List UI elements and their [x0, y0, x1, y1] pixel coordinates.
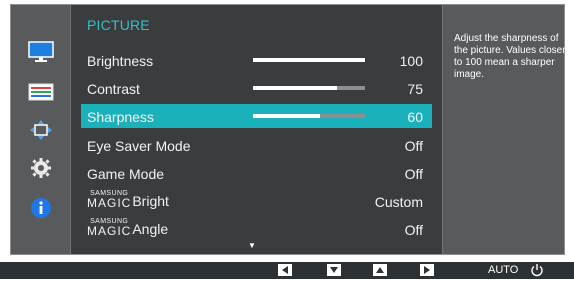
picture-menu-panel: PICTURE Brightness 100 Contrast 75 Sharp…	[70, 5, 443, 254]
samsung-magic-logo: SAMSUNG MAGIC	[87, 218, 132, 238]
menu-item-brightness[interactable]: Brightness 100	[81, 48, 432, 72]
menu-item-sharpness[interactable]: Sharpness 60	[81, 104, 432, 128]
menu-item-magic-bright[interactable]: SAMSUNG MAGIC Bright Custom	[81, 189, 432, 213]
menu-item-label: SAMSUNG MAGIC Angle	[87, 218, 169, 238]
sharpness-slider[interactable]	[253, 114, 365, 118]
left-arrow-key-icon[interactable]	[278, 264, 292, 276]
menu-item-label: Sharpness	[87, 109, 154, 125]
menu-item-label: Eye Saver Mode	[87, 138, 191, 154]
size-position-icon[interactable]	[24, 115, 58, 145]
monitor-picture-icon[interactable]	[24, 37, 58, 67]
menu-item-value: 75	[407, 81, 423, 97]
slider-fill	[253, 86, 337, 90]
menu-item-game-mode[interactable]: Game Mode Off	[81, 161, 432, 185]
scroll-down-indicator[interactable]: ▼	[248, 241, 256, 250]
menu-item-label: Brightness	[87, 53, 154, 69]
info-icon[interactable]	[24, 193, 58, 223]
right-arrow-key-icon[interactable]	[420, 264, 434, 276]
button-guide-bar: AUTO	[0, 262, 574, 279]
menu-item-value: Off	[404, 138, 423, 154]
samsung-magic-logo: SAMSUNG MAGIC	[87, 190, 132, 210]
menu-item-eye-saver-mode[interactable]: Eye Saver Mode Off	[81, 133, 432, 157]
up-arrow-key-icon[interactable]	[373, 264, 387, 276]
menu-item-contrast[interactable]: Contrast 75	[81, 76, 432, 100]
menu-item-magic-angle[interactable]: SAMSUNG MAGIC Angle Off	[81, 217, 432, 241]
menu-item-value: Off	[404, 166, 423, 182]
contrast-slider[interactable]	[253, 86, 365, 90]
category-sidebar	[11, 5, 70, 254]
menu-item-value: 60	[407, 109, 423, 125]
osd-menu-window: PICTURE Brightness 100 Contrast 75 Sharp…	[10, 4, 566, 255]
slider-fill	[253, 58, 365, 62]
menu-item-label: Contrast	[87, 81, 140, 97]
brightness-slider[interactable]	[253, 58, 365, 62]
menu-item-label: Game Mode	[87, 166, 165, 182]
menu-item-value: 100	[399, 53, 423, 69]
menu-title: PICTURE	[87, 17, 150, 33]
menu-item-label: SAMSUNG MAGIC Bright	[87, 190, 169, 210]
menu-item-value: Off	[404, 222, 423, 238]
down-arrow-key-icon[interactable]	[327, 264, 341, 276]
auto-key-label[interactable]: AUTO	[488, 264, 518, 276]
color-icon[interactable]	[24, 77, 58, 107]
settings-gear-icon[interactable]	[24, 153, 58, 183]
help-description: Adjust the sharpness of the picture. Val…	[454, 33, 566, 80]
power-icon[interactable]	[530, 263, 544, 282]
menu-item-value: Custom	[374, 194, 423, 210]
slider-fill	[253, 114, 321, 118]
